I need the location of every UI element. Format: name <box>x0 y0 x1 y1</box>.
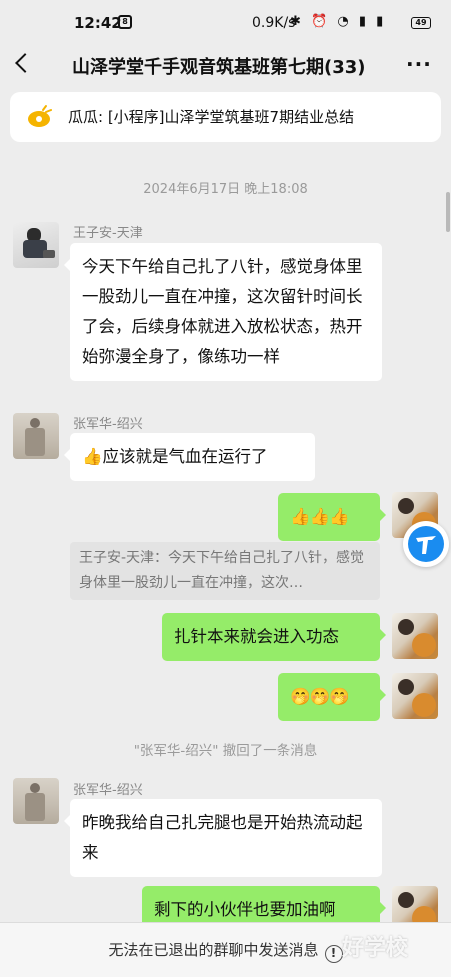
quoted-message[interactable]: 王子安-天津：今天下午给自己扎了八针，感觉身体里一股劲儿一直在冲撞，这次… <box>70 542 380 600</box>
watermark: 好学校 <box>342 936 409 961</box>
scrollbar[interactable] <box>446 192 450 232</box>
notification-icon: 8 <box>118 15 132 29</box>
chat-area[interactable]: 2024年6月17日 晚上18:08 王子安-天津 今天下午给自己扎了八针，感觉… <box>0 156 451 922</box>
cannot-send-notice: 无法在已退出的群聊中发送消息 <box>108 941 319 959</box>
sender-name: 张军华-绍兴 <box>73 417 143 432</box>
more-options-icon[interactable]: ··· <box>406 52 432 76</box>
message-bubble[interactable]: 剩下的小伙伴也要加油啊 <box>142 886 386 922</box>
chat-header: 山泽学堂千手观音筑基班第七期(33) ··· <box>0 44 451 88</box>
floating-action-button[interactable] <box>403 521 449 567</box>
status-time: 12:42 <box>74 14 122 32</box>
message-bubble[interactable]: 👍应该就是气血在运行了 <box>64 433 315 481</box>
status-bar: 12:42 8 0.9K/s ✱ ⏰ ◔ ▮ ▮ 49 <box>0 0 451 44</box>
avatar-image <box>398 679 436 717</box>
avatar-image <box>25 783 45 821</box>
message-bubble[interactable]: 🤭🤭🤭 <box>278 673 386 721</box>
back-arrow-icon[interactable] <box>15 53 35 73</box>
arrow-up-icon <box>416 536 436 554</box>
avatar[interactable] <box>13 778 59 824</box>
message-bubble[interactable]: 今天下午给自己扎了八针，感觉身体里一股劲儿一直在冲撞，这次留针时间长了会，后续身… <box>64 243 382 381</box>
avatar-image <box>398 619 436 657</box>
info-icon[interactable]: ! <box>324 945 343 963</box>
battery-icon: 49 <box>411 17 431 29</box>
avatar-image <box>398 892 436 922</box>
sender-name: 张军华-绍兴 <box>73 783 143 798</box>
message-bubble[interactable]: 昨晚我给自己扎完腿也是开始热流动起来 <box>64 799 382 877</box>
pinned-message-bar[interactable]: 瓜瓜: [小程序]山泽学堂筑基班7期结业总结 <box>10 92 441 142</box>
network-speed: 0.9K/s <box>252 15 296 31</box>
status-icons: ✱ ⏰ ◔ ▮ ▮ <box>290 14 387 29</box>
avatar[interactable] <box>13 222 59 268</box>
avatar[interactable] <box>392 613 438 659</box>
message-bubble[interactable]: 扎针本来就会进入功态 <box>162 613 386 661</box>
sender-name: 王子安-天津 <box>73 226 143 241</box>
avatar[interactable] <box>392 886 438 922</box>
pinned-message-text: 瓜瓜: [小程序]山泽学堂筑基班7期结业总结 <box>68 108 355 126</box>
system-message: "张军华-绍兴" 撤回了一条消息 <box>133 743 318 759</box>
avatar[interactable] <box>13 413 59 459</box>
chat-timestamp: 2024年6月17日 晚上18:08 <box>143 182 308 197</box>
megaphone-icon <box>28 105 52 127</box>
avatar-image <box>25 418 45 456</box>
message-bubble[interactable]: 👍👍👍 <box>278 493 386 541</box>
avatar-image <box>23 228 55 258</box>
chat-title: 山泽学堂千手观音筑基班第七期(33) <box>72 57 366 78</box>
float-button-inner <box>408 526 444 562</box>
avatar[interactable] <box>392 673 438 719</box>
